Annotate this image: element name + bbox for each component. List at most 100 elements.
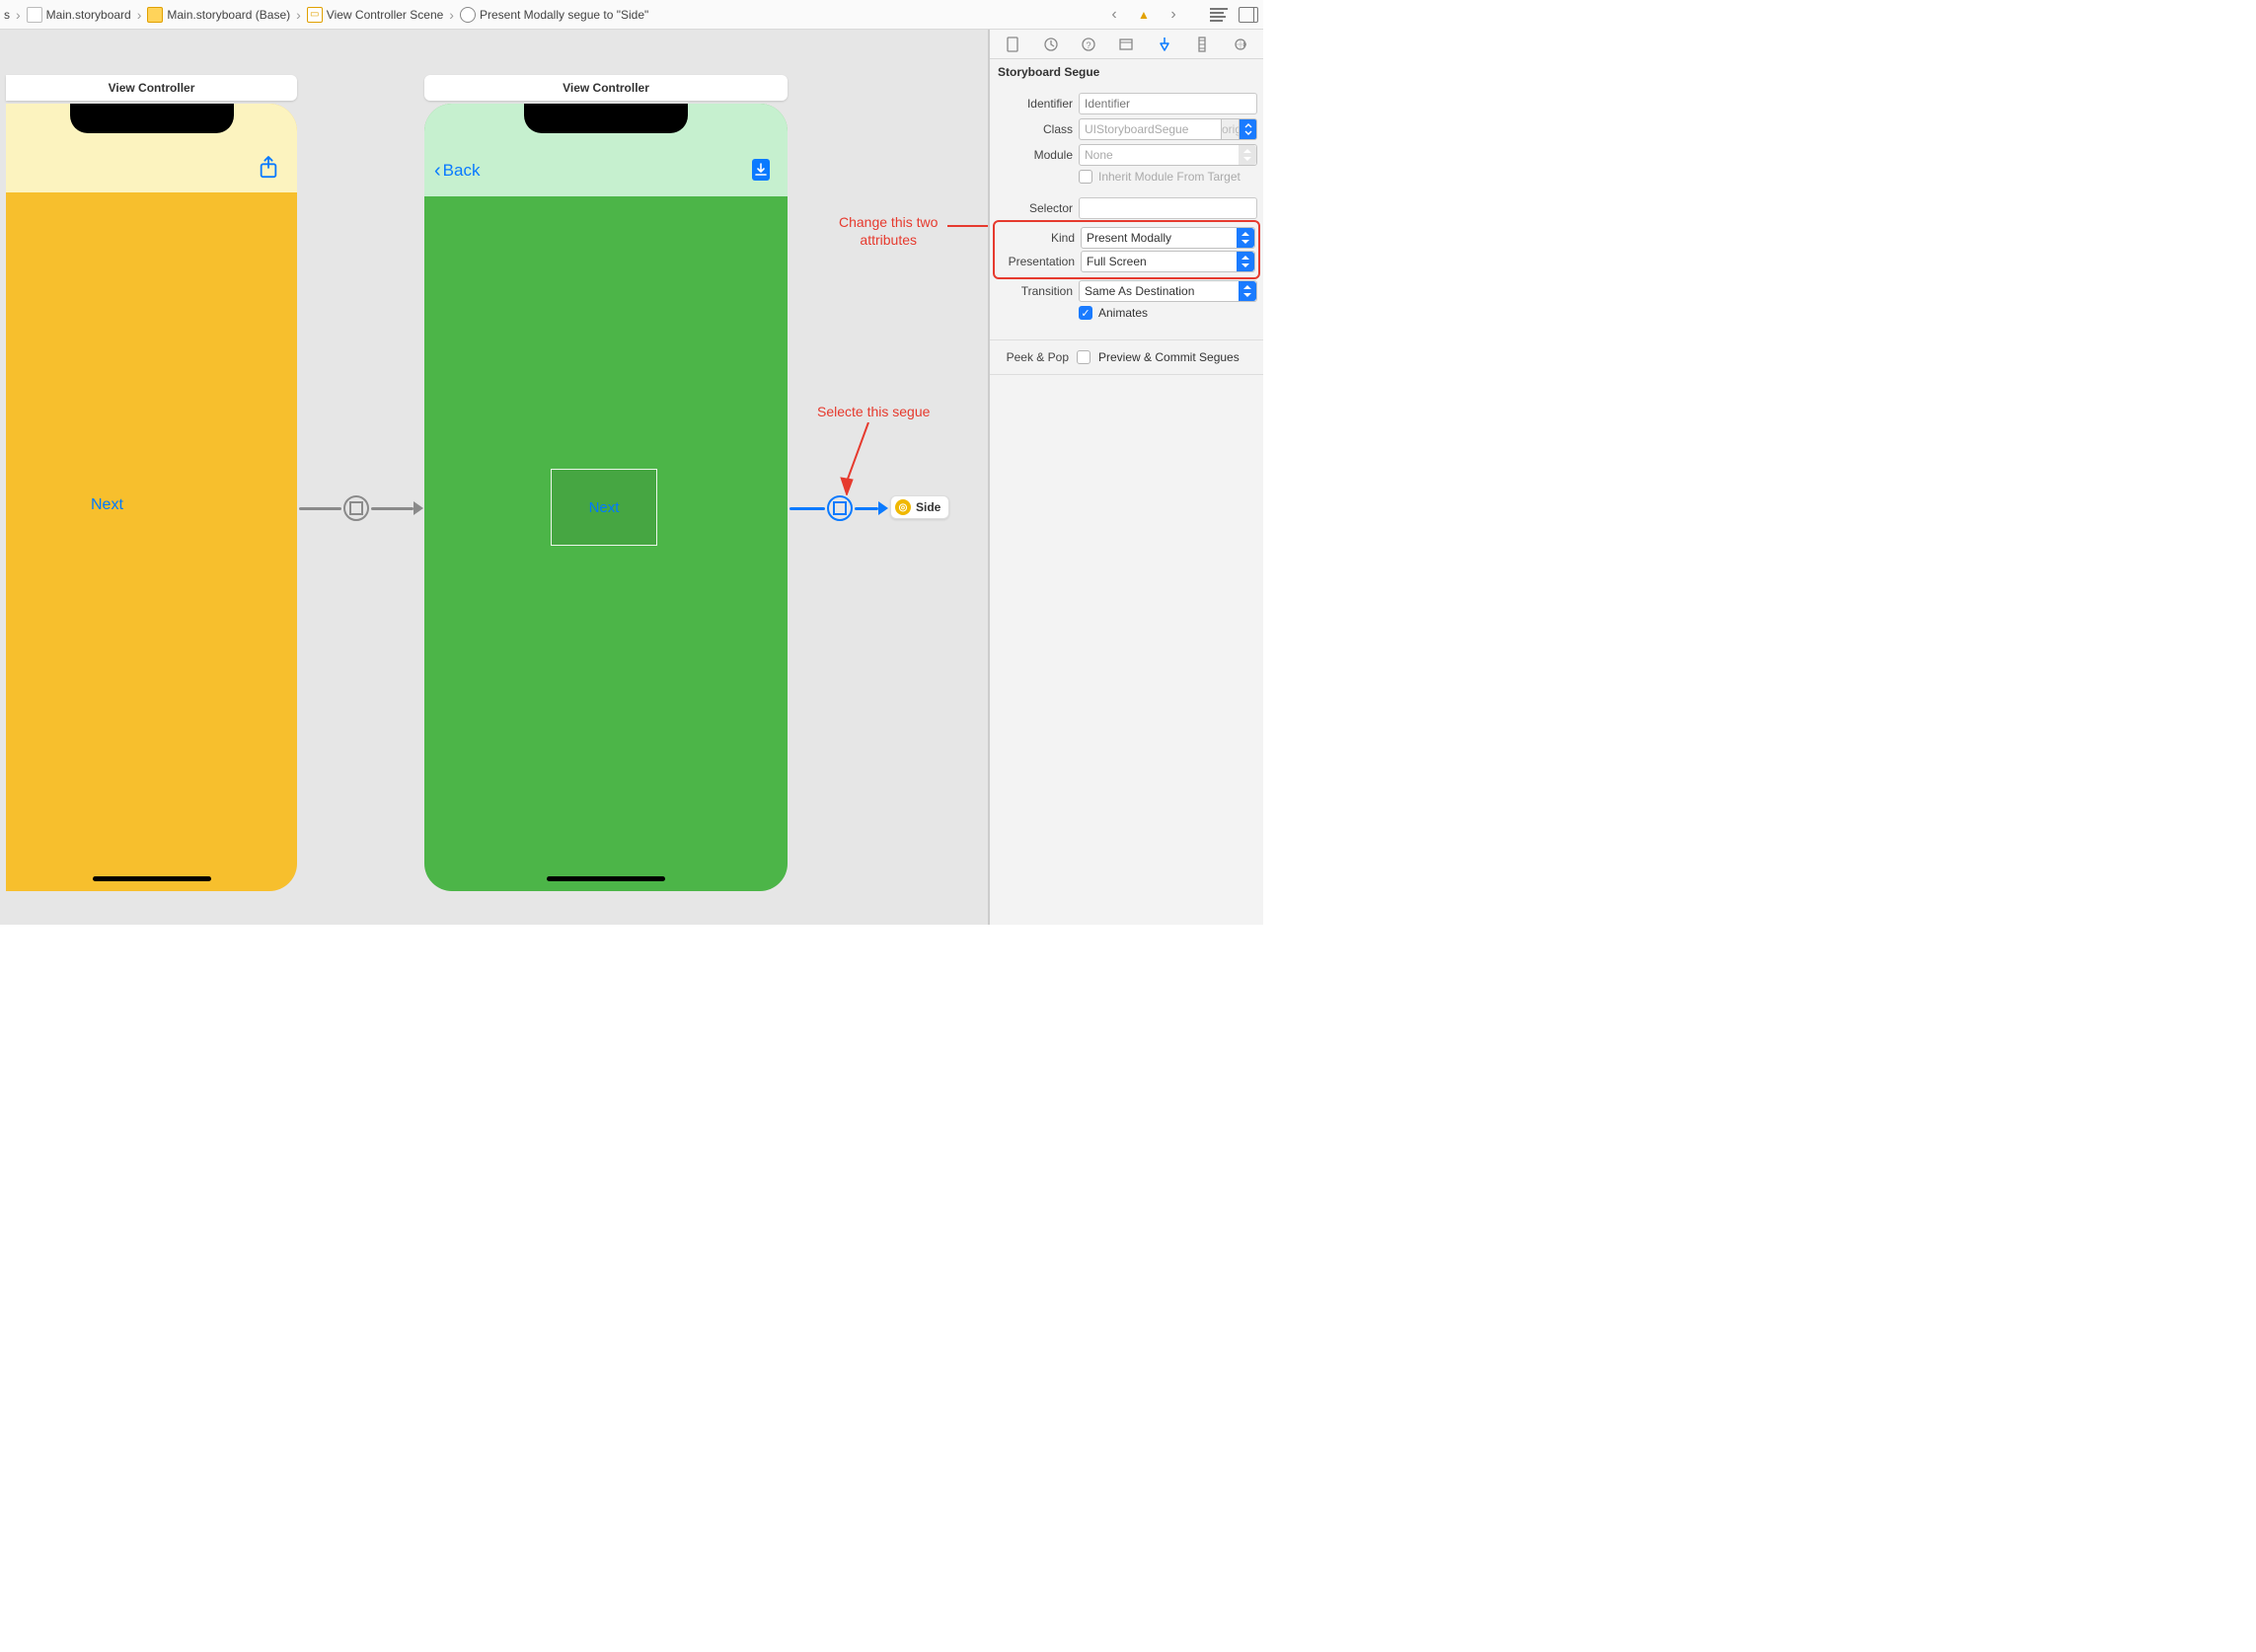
class-label: Class (996, 122, 1073, 136)
presentation-select[interactable]: Full Screen (1081, 251, 1255, 272)
inspector-panel: ? Storyboard Segue Identifier Class UISt… (989, 30, 1263, 925)
notch-icon (524, 104, 688, 133)
chevron-icon (447, 7, 456, 23)
vc1-title-label: View Controller (109, 81, 195, 95)
breadcrumb-scene[interactable]: ▭ View Controller Scene (307, 7, 444, 23)
segue-vc1-to-vc2[interactable] (299, 495, 423, 521)
arrow-right-icon (878, 501, 888, 515)
section-divider (990, 374, 1263, 375)
scene-icon: ▭ (307, 7, 323, 23)
breadcrumb-root[interactable]: s (4, 8, 10, 22)
module-value: None (1085, 148, 1113, 162)
back-label: Back (443, 161, 481, 181)
module-select[interactable]: None (1079, 144, 1257, 166)
breadcrumb-scene-label: View Controller Scene (327, 8, 444, 22)
class-jump-button[interactable]: �origin (1222, 118, 1240, 140)
home-indicator-icon (547, 876, 665, 881)
breadcrumb-segue-label: Present Modally segue to "Side" (480, 8, 648, 22)
home-indicator-icon (93, 876, 211, 881)
size-inspector-tab[interactable] (1190, 33, 1214, 56)
vc2-next-label: Next (589, 499, 620, 516)
chevron-icon (14, 7, 23, 23)
annotation-change-attrs: Change this two attributes (839, 213, 938, 249)
file-icon (27, 7, 42, 23)
animates-checkbox[interactable] (1079, 306, 1092, 320)
arrow-right-icon (414, 501, 423, 515)
panel-toggle-icon[interactable] (1238, 4, 1259, 26)
vc1-next-button[interactable]: Next (91, 496, 123, 514)
share-icon[interactable] (258, 155, 279, 181)
breadcrumb-segue[interactable]: Present Modally segue to "Side" (460, 7, 648, 23)
help-inspector-tab[interactable]: ? (1077, 33, 1100, 56)
back-button[interactable]: ‹ Back (434, 161, 480, 181)
side-label: Side (916, 500, 940, 514)
segue-node-icon (343, 495, 369, 521)
segue-selected[interactable] (790, 495, 888, 521)
storyboard-icon (147, 7, 163, 23)
breadcrumb: s Main.storyboard Main.storyboard (Base)… (0, 7, 648, 23)
peek-pop-checkbox[interactable] (1077, 350, 1090, 364)
peek-pop-option-label: Preview & Commit Segues (1098, 350, 1240, 364)
module-label: Module (996, 148, 1073, 162)
identifier-field[interactable] (1079, 93, 1257, 114)
inherit-module-checkbox[interactable] (1079, 170, 1092, 184)
file-inspector-tab[interactable] (1001, 33, 1024, 56)
chevron-left-icon: ‹ (434, 161, 441, 181)
class-dropdown-button[interactable] (1240, 118, 1257, 140)
chevron-icon (135, 7, 144, 23)
selector-label: Selector (996, 201, 1073, 215)
svg-text:?: ? (1087, 40, 1091, 50)
history-inspector-tab[interactable] (1039, 33, 1063, 56)
top-toolbar: s Main.storyboard Main.storyboard (Base)… (0, 0, 1263, 30)
identity-inspector-tab[interactable] (1114, 33, 1138, 56)
section-divider (990, 339, 1263, 340)
vc1-device[interactable]: Next (6, 104, 297, 891)
vc2-title-bar[interactable]: View Controller (424, 75, 788, 101)
warning-icon[interactable]: ▲ (1133, 4, 1155, 26)
toolbar-right: ‹ ▲ › (1103, 4, 1259, 26)
transition-label: Transition (996, 284, 1073, 298)
breadcrumb-file[interactable]: Main.storyboard (27, 7, 131, 23)
vc1-title-bar[interactable]: View Controller (6, 75, 297, 101)
annotation-select-segue: Selecte this segue (817, 403, 930, 420)
presentation-label: Presentation (998, 255, 1075, 268)
peek-pop-row: Peek & Pop Preview & Commit Segues (990, 346, 1263, 368)
kind-value: Present Modally (1087, 231, 1171, 245)
animates-label: Animates (1098, 306, 1148, 320)
breadcrumb-base-label: Main.storyboard (Base) (167, 8, 290, 22)
transition-value: Same As Destination (1085, 284, 1194, 298)
selector-field[interactable] (1079, 197, 1257, 219)
nav-back-icon[interactable]: ‹ (1103, 4, 1125, 26)
viewcontroller-icon: ◎ (895, 499, 911, 515)
identifier-label: Identifier (996, 97, 1073, 111)
segue-form: Identifier Class UIStoryboardSegue �orig… (990, 85, 1263, 334)
vc2-title-label: View Controller (563, 81, 649, 95)
storyboard-canvas[interactable]: View Controller Next View Controller (0, 30, 989, 925)
inspector-tabs: ? (990, 30, 1263, 59)
chevron-icon (294, 7, 303, 23)
kind-select[interactable]: Present Modally (1081, 227, 1255, 249)
vc2-device[interactable]: ‹ Back Next (424, 104, 788, 891)
side-scene-pill[interactable]: ◎ Side (890, 495, 949, 519)
class-value: UIStoryboardSegue (1085, 122, 1188, 136)
breadcrumb-base[interactable]: Main.storyboard (Base) (147, 7, 290, 23)
transition-select[interactable]: Same As Destination (1079, 280, 1257, 302)
notch-icon (70, 104, 234, 133)
class-select[interactable]: UIStoryboardSegue (1079, 118, 1222, 140)
peek-pop-label: Peek & Pop (996, 350, 1069, 364)
segue-node-icon (827, 495, 853, 521)
segue-icon (460, 7, 476, 23)
breadcrumb-file-label: Main.storyboard (46, 8, 131, 22)
attributes-inspector-tab[interactable] (1153, 33, 1176, 56)
download-icon[interactable] (752, 159, 770, 181)
connections-inspector-tab[interactable] (1229, 33, 1252, 56)
vc2-container-view[interactable]: Next (551, 469, 657, 546)
nav-forward-icon[interactable]: › (1163, 4, 1184, 26)
annotation-arrow-icon (947, 221, 989, 231)
annotation-arrow-icon (839, 422, 878, 495)
inspector-section-header: Storyboard Segue (990, 59, 1263, 85)
inherit-module-label: Inherit Module From Target (1098, 170, 1241, 184)
outline-icon[interactable] (1208, 4, 1230, 26)
presentation-value: Full Screen (1087, 255, 1147, 268)
kind-label: Kind (998, 231, 1075, 245)
